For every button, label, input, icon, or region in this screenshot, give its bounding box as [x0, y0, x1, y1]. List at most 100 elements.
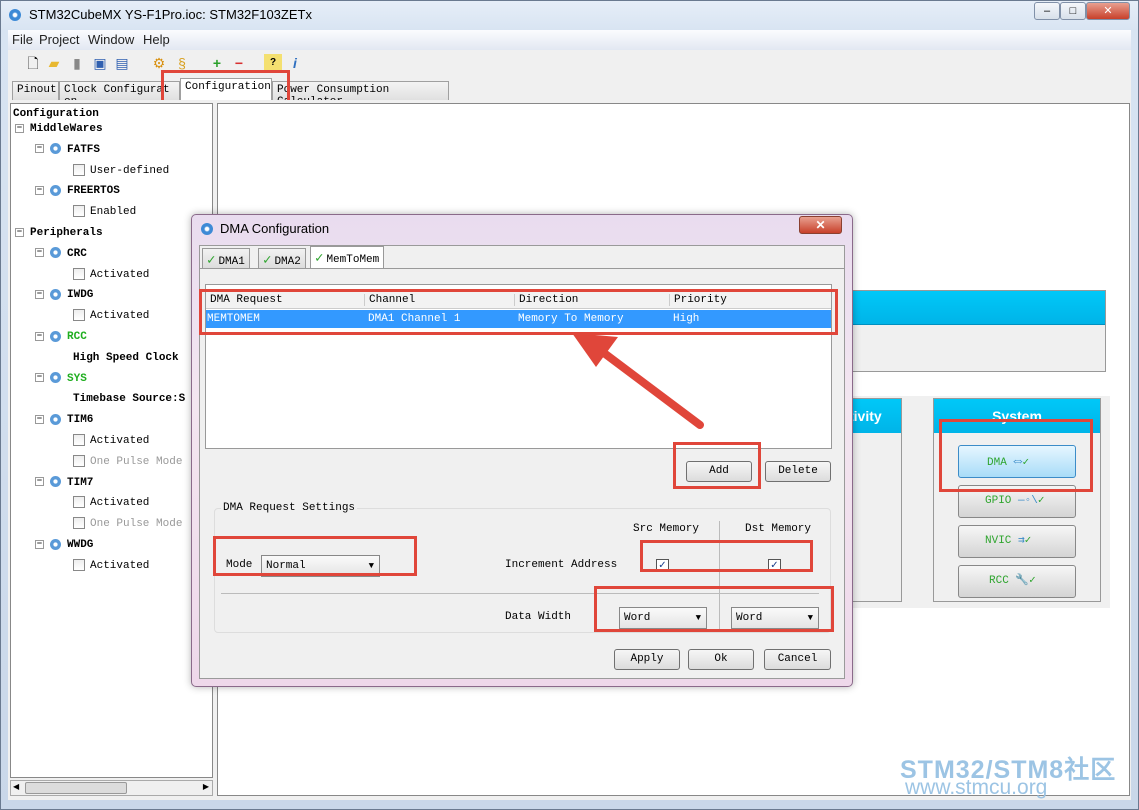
- minimize-button[interactable]: –: [1034, 2, 1060, 20]
- tree-item[interactable]: − FATFS: [35, 140, 100, 160]
- checkbox[interactable]: [73, 267, 85, 280]
- tree-item[interactable]: − IWDG: [35, 285, 93, 305]
- tree-label: Activated: [90, 497, 150, 510]
- checkbox[interactable]: [73, 163, 85, 176]
- collapse-icon[interactable]: −: [15, 227, 24, 237]
- dialog-logo-icon: [201, 223, 213, 235]
- tree-label: One Pulse Mode: [90, 455, 183, 468]
- tree-item[interactable]: Activated: [73, 265, 149, 285]
- checkbox[interactable]: [73, 454, 85, 467]
- tab-pinout[interactable]: Pinout: [12, 81, 59, 100]
- tab-label: DMA1: [218, 256, 245, 268]
- tree-label: FREERTOS: [67, 185, 120, 198]
- watermark-url: www.stmcu.org: [905, 776, 1048, 799]
- scroll-right-icon[interactable]: ▶: [203, 782, 209, 791]
- checkbox[interactable]: [73, 558, 85, 571]
- component-icon: [50, 143, 61, 155]
- app-logo-icon: [9, 9, 21, 21]
- new-project-icon[interactable]: 🗋: [24, 54, 42, 72]
- checkbox[interactable]: [73, 309, 85, 322]
- copy-icon[interactable]: ▮: [68, 54, 86, 72]
- tree-item[interactable]: − Peripherals: [15, 223, 103, 243]
- tab-dma1[interactable]: ✓ DMA1: [202, 248, 250, 269]
- tree-item[interactable]: Timebase Source:S: [73, 389, 185, 409]
- checkbox[interactable]: [73, 517, 85, 530]
- tree-item[interactable]: High Speed Clock: [73, 348, 179, 368]
- tree-item[interactable]: One Pulse Mode: [73, 452, 182, 472]
- settings-title: DMA Request Settings: [221, 502, 358, 514]
- tree-item[interactable]: Activated: [73, 306, 149, 326]
- component-icon: [50, 538, 61, 550]
- cancel-button[interactable]: Cancel: [764, 649, 831, 670]
- tree-item[interactable]: Enabled: [73, 202, 136, 222]
- menu-help[interactable]: Help: [143, 32, 170, 47]
- tree-item[interactable]: − TIM7: [35, 473, 93, 493]
- tree-item[interactable]: Activated: [73, 431, 149, 451]
- middleware-header: [819, 291, 1105, 325]
- collapse-icon[interactable]: −: [15, 123, 24, 133]
- collapse-icon[interactable]: −: [35, 248, 44, 258]
- tree-label: MiddleWares: [30, 123, 103, 135]
- collapse-icon[interactable]: −: [35, 144, 44, 154]
- component-icon: [50, 288, 61, 300]
- menu-window[interactable]: Window: [88, 32, 134, 47]
- tab-label: DMA2: [274, 256, 301, 268]
- open-folder-icon[interactable]: ▰: [45, 54, 63, 72]
- tab-dma2[interactable]: ✓ DMA2: [258, 248, 306, 269]
- tree-item[interactable]: − RCC: [35, 327, 87, 347]
- rcc-label: RCC: [989, 575, 1009, 587]
- tree-item[interactable]: − MiddleWares: [15, 119, 103, 139]
- component-icon: [50, 247, 61, 259]
- tree-item[interactable]: Activated: [73, 493, 149, 513]
- collapse-icon[interactable]: −: [35, 331, 44, 341]
- wrench-icon: 🔧: [1015, 575, 1030, 587]
- checkbox[interactable]: [73, 434, 85, 447]
- maximize-button[interactable]: □: [1060, 2, 1086, 20]
- delete-button[interactable]: Delete: [765, 461, 831, 482]
- tree-label: Enabled: [90, 206, 137, 219]
- collapse-icon[interactable]: −: [35, 539, 44, 549]
- tree-item[interactable]: − SYS: [35, 369, 87, 389]
- collapse-icon[interactable]: −: [35, 185, 44, 195]
- dialog-close-button[interactable]: ✕: [799, 216, 842, 234]
- save-icon[interactable]: ▣: [91, 54, 109, 72]
- save-as-icon[interactable]: ▤: [113, 54, 131, 72]
- tree-item[interactable]: Activated: [73, 556, 149, 576]
- dst-memory-label: Dst Memory: [745, 523, 812, 535]
- collapse-icon[interactable]: −: [35, 414, 44, 424]
- component-icon: [50, 476, 61, 488]
- data-width-label: Data Width: [505, 611, 572, 623]
- tree-label: Activated: [90, 310, 150, 323]
- menu-project[interactable]: Project: [39, 32, 79, 47]
- highlight-box: [939, 419, 1093, 492]
- tree-item[interactable]: One Pulse Mode: [73, 514, 182, 534]
- gpio-switch-icon: —◦\: [1018, 495, 1038, 507]
- checkbox[interactable]: [73, 496, 85, 509]
- tree-label: IWDG: [67, 289, 94, 302]
- nvic-label: NVIC: [985, 535, 1012, 547]
- tab-memtomem[interactable]: ✓ MemToMem: [310, 246, 385, 269]
- tree-item[interactable]: − TIM6: [35, 410, 93, 430]
- gpio-label: GPIO: [985, 495, 1012, 507]
- tree-item[interactable]: − CRC: [35, 244, 87, 264]
- apply-button[interactable]: Apply: [614, 649, 680, 670]
- tree-item[interactable]: − WWDG: [35, 535, 93, 555]
- tree-item[interactable]: User-defined: [73, 161, 169, 181]
- collapse-icon[interactable]: −: [35, 373, 44, 383]
- ok-button[interactable]: Ok: [688, 649, 754, 670]
- scroll-left-icon[interactable]: ◀: [13, 782, 19, 791]
- pointer-arrow-icon: [572, 333, 704, 429]
- rcc-button[interactable]: RCC 🔧✓: [958, 565, 1076, 598]
- menu-file[interactable]: File: [12, 32, 33, 47]
- close-button[interactable]: ✕: [1086, 2, 1130, 20]
- scroll-thumb[interactable]: [25, 782, 127, 794]
- collapse-icon[interactable]: −: [35, 477, 44, 487]
- tree-item[interactable]: − FREERTOS: [35, 181, 120, 201]
- increment-address-label: Increment Address: [505, 559, 618, 571]
- tab-power-consumption[interactable]: Power Consumption Calculator: [272, 81, 449, 108]
- nvic-button[interactable]: NVIC ⇉✓: [958, 525, 1076, 558]
- collapse-icon[interactable]: −: [35, 289, 44, 299]
- tree-horizontal-scrollbar[interactable]: ◀ ▶: [10, 780, 213, 796]
- tree-label: Peripherals: [30, 227, 103, 239]
- checkbox[interactable]: [73, 205, 85, 218]
